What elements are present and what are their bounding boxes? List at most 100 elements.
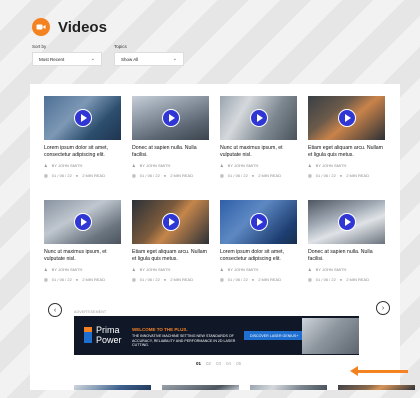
clock-icon: ●: [163, 173, 167, 178]
page-title: Videos: [58, 18, 107, 36]
video-thumbnail-peek[interactable]: [250, 385, 327, 390]
next-row-peek: [74, 385, 415, 390]
play-icon[interactable]: [249, 213, 268, 231]
ad-cta-button[interactable]: DISCOVER LASER GENIUS+: [244, 331, 305, 340]
video-title[interactable]: Etiam eget aliquam arcu. Nullam et ligul…: [132, 249, 209, 263]
clock-icon: ●: [75, 173, 79, 178]
video-card[interactable]: Donec at sapien nulla. Nulla facilisi. ♟…: [132, 96, 209, 179]
video-read-time: 2 MIN READ: [82, 277, 106, 282]
video-title[interactable]: Lorem ipsum dolor sit amet, consectetur …: [44, 145, 121, 159]
video-card[interactable]: Etiam eget aliquam arcu. Nullam et ligul…: [132, 200, 209, 283]
video-thumbnail[interactable]: [132, 96, 209, 140]
page-link[interactable]: 03: [216, 361, 221, 366]
play-icon[interactable]: [337, 109, 356, 127]
video-title[interactable]: Etiam eget aliquam arcu. Nullam et ligul…: [308, 145, 385, 159]
video-title[interactable]: Nunc ut maximus ipsum, et vulputate nisl…: [44, 249, 121, 263]
video-card[interactable]: Lorem ipsum dolor sit amet, consectetur …: [220, 200, 297, 283]
page-link[interactable]: 04: [226, 361, 231, 366]
video-meta-line: ▦ 01 / 06 / 22 ● 2 MIN READ: [44, 173, 121, 179]
clock-icon: ●: [163, 277, 167, 282]
play-icon[interactable]: [161, 213, 180, 231]
video-thumbnail[interactable]: [44, 96, 121, 140]
chevron-down-icon: ⌄: [172, 56, 177, 62]
user-icon: ♟: [220, 267, 224, 272]
ad-brand: Prima Power: [96, 325, 122, 345]
video-card[interactable]: Lorem ipsum dolor sit amet, consectetur …: [44, 96, 121, 179]
clock-icon: ●: [251, 173, 255, 178]
ad-machine-image: [302, 318, 359, 354]
ad-label: ADVERTISEMENT: [74, 310, 107, 314]
play-icon[interactable]: [73, 213, 92, 231]
ad-brand-line-2: Power: [96, 335, 122, 345]
user-icon: ♟: [220, 163, 224, 168]
clock-icon: ●: [339, 173, 343, 178]
video-thumbnail[interactable]: [132, 200, 209, 244]
video-thumbnail[interactable]: [220, 200, 297, 244]
video-author: BY JOHN SMITH: [139, 163, 171, 168]
topics-select[interactable]: Show All ⌄: [114, 52, 184, 66]
calendar-icon: ▦: [220, 173, 224, 178]
carousel-prev-button[interactable]: ‹: [48, 303, 62, 317]
user-icon: ♟: [308, 163, 312, 168]
play-icon[interactable]: [249, 109, 268, 127]
video-title[interactable]: Lorem ipsum dolor sit amet, consectetur …: [220, 249, 297, 263]
video-read-time: 2 MIN READ: [170, 277, 194, 282]
page-link-current[interactable]: 01: [196, 361, 201, 366]
ad-banner[interactable]: Prima Power WELCOME TO THE PLUS. THE INN…: [74, 316, 359, 355]
sort-value: Most Recent: [39, 56, 65, 62]
play-icon[interactable]: [73, 109, 92, 127]
user-icon: ♟: [308, 267, 312, 272]
ad-headline: WELCOME TO THE PLUS.: [132, 327, 188, 332]
sort-select[interactable]: Most Recent ⌄: [32, 52, 102, 66]
video-thumbnail-peek[interactable]: [338, 385, 415, 390]
video-card[interactable]: Etiam eget aliquam arcu. Nullam et ligul…: [308, 96, 385, 179]
video-author: BY JOHN SMITH: [51, 163, 83, 168]
video-author: BY JOHN SMITH: [227, 267, 259, 272]
calendar-icon: ▦: [308, 173, 312, 178]
video-card[interactable]: Nunc ut maximus ipsum, et vulputate nisl…: [44, 200, 121, 283]
video-title[interactable]: Donec at sapien nulla. Nulla facilisi.: [308, 249, 385, 263]
user-icon: ♟: [44, 267, 48, 272]
video-author: BY JOHN SMITH: [51, 267, 83, 272]
carousel-next-button[interactable]: ›: [376, 301, 390, 315]
video-author-line: ♟ BY JOHN SMITH: [132, 163, 209, 169]
page-link[interactable]: 05: [236, 361, 241, 366]
video-date: 01 / 06 / 22: [227, 277, 248, 282]
video-thumbnail[interactable]: [308, 96, 385, 140]
video-author-line: ♟ BY JOHN SMITH: [44, 163, 121, 169]
video-card[interactable]: Donec at sapien nulla. Nulla facilisi. ♟…: [308, 200, 385, 283]
chevron-right-icon: ›: [381, 304, 385, 312]
video-author: BY JOHN SMITH: [315, 267, 347, 272]
topics-label: Topics: [114, 44, 127, 49]
page-header: Videos: [32, 18, 107, 36]
video-author-line: ♟ BY JOHN SMITH: [308, 267, 385, 273]
play-icon[interactable]: [161, 109, 180, 127]
video-thumbnail[interactable]: [44, 200, 121, 244]
user-icon: ♟: [132, 267, 136, 272]
video-thumbnail-peek[interactable]: [74, 385, 151, 390]
clock-icon: ●: [75, 277, 79, 282]
video-read-time: 2 MIN READ: [258, 277, 282, 282]
calendar-icon: ▦: [308, 277, 312, 282]
video-date: 01 / 06 / 22: [139, 173, 160, 178]
video-date: 01 / 06 / 22: [315, 277, 336, 282]
video-meta-line: ▦ 01 / 06 / 22 ● 2 MIN READ: [132, 277, 209, 283]
video-title[interactable]: Donec at sapien nulla. Nulla facilisi.: [132, 145, 209, 159]
video-title[interactable]: Nunc ut maximus ipsum, et vulputate nisl…: [220, 145, 297, 159]
user-icon: ♟: [44, 163, 48, 168]
video-author-line: ♟ BY JOHN SMITH: [132, 267, 209, 273]
video-read-time: 2 MIN READ: [258, 173, 282, 178]
video-author-line: ♟ BY JOHN SMITH: [220, 163, 297, 169]
video-read-time: 2 MIN READ: [82, 173, 106, 178]
video-thumbnail[interactable]: [308, 200, 385, 244]
page-link[interactable]: 02: [206, 361, 211, 366]
calendar-icon: ▦: [132, 277, 136, 282]
video-thumbnail-peek[interactable]: [162, 385, 239, 390]
video-grid-row-1: Lorem ipsum dolor sit amet, consectetur …: [44, 96, 385, 179]
play-icon[interactable]: [337, 213, 356, 231]
chevron-left-icon: ‹: [53, 306, 57, 314]
calendar-icon: ▦: [220, 277, 224, 282]
video-meta-line: ▦ 01 / 06 / 22 ● 2 MIN READ: [220, 173, 297, 179]
video-card[interactable]: Nunc ut maximus ipsum, et vulputate nisl…: [220, 96, 297, 179]
video-thumbnail[interactable]: [220, 96, 297, 140]
